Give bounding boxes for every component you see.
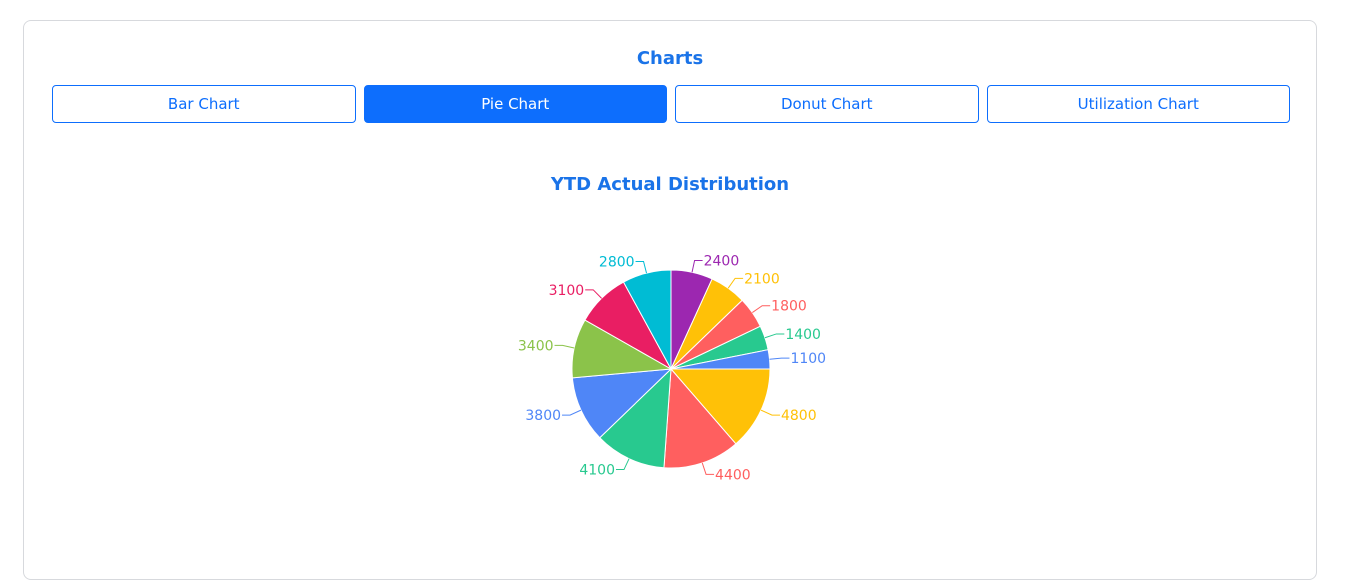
pie-data-label: 2800 [599,254,635,270]
pie-chart: 4800 4400 4100 3800 3400 3100 2800 24002100 1800… [518,254,826,484]
pie-leader-line [554,344,575,349]
tab-pie-chart[interactable]: Pie Chart [363,85,667,123]
tab-bar-chart[interactable]: Bar Chart [52,85,356,123]
pie-leader-line [615,458,630,471]
pie-leader-line [769,357,790,360]
pie-data-label: 4400 [715,467,751,483]
pie-data-label: 1100 [790,351,826,367]
pie-leader-line [760,409,780,416]
pie-data-label: 3100 [549,283,585,299]
pie-data-label: 2400 [704,254,740,270]
pie-data-label: 1400 [785,327,821,343]
chart-tabs: Bar Chart Pie Chart Donut Chart Utilizat… [52,85,1290,123]
pie-data-label: 3800 [525,408,561,424]
pie-leader-line [562,409,582,416]
pie-data-label: 3400 [518,338,554,354]
pie-leader-line [691,260,703,273]
card-title: Charts [636,48,704,69]
tab-donut-chart[interactable]: Donut Chart [675,85,979,123]
pie-leader-line [764,333,785,339]
pie-data-label: 4800 [781,408,817,424]
charts-card: Charts Bar Chart Pie Chart Donut Chart U… [23,20,1317,580]
pie-leader-line [752,305,771,313]
pie-leader-line [727,277,744,289]
pie-data-label: 1800 [771,299,807,315]
pie-data-label: 2100 [744,271,780,287]
pie-leader-line [635,260,648,274]
pie-leader-line [701,462,715,475]
tab-utilization-chart[interactable]: Utilization Chart [986,85,1290,123]
pie-leader-line [585,289,602,299]
pie-data-label: 4100 [579,463,615,479]
chart-title: YTD Actual Distribution [550,174,790,195]
